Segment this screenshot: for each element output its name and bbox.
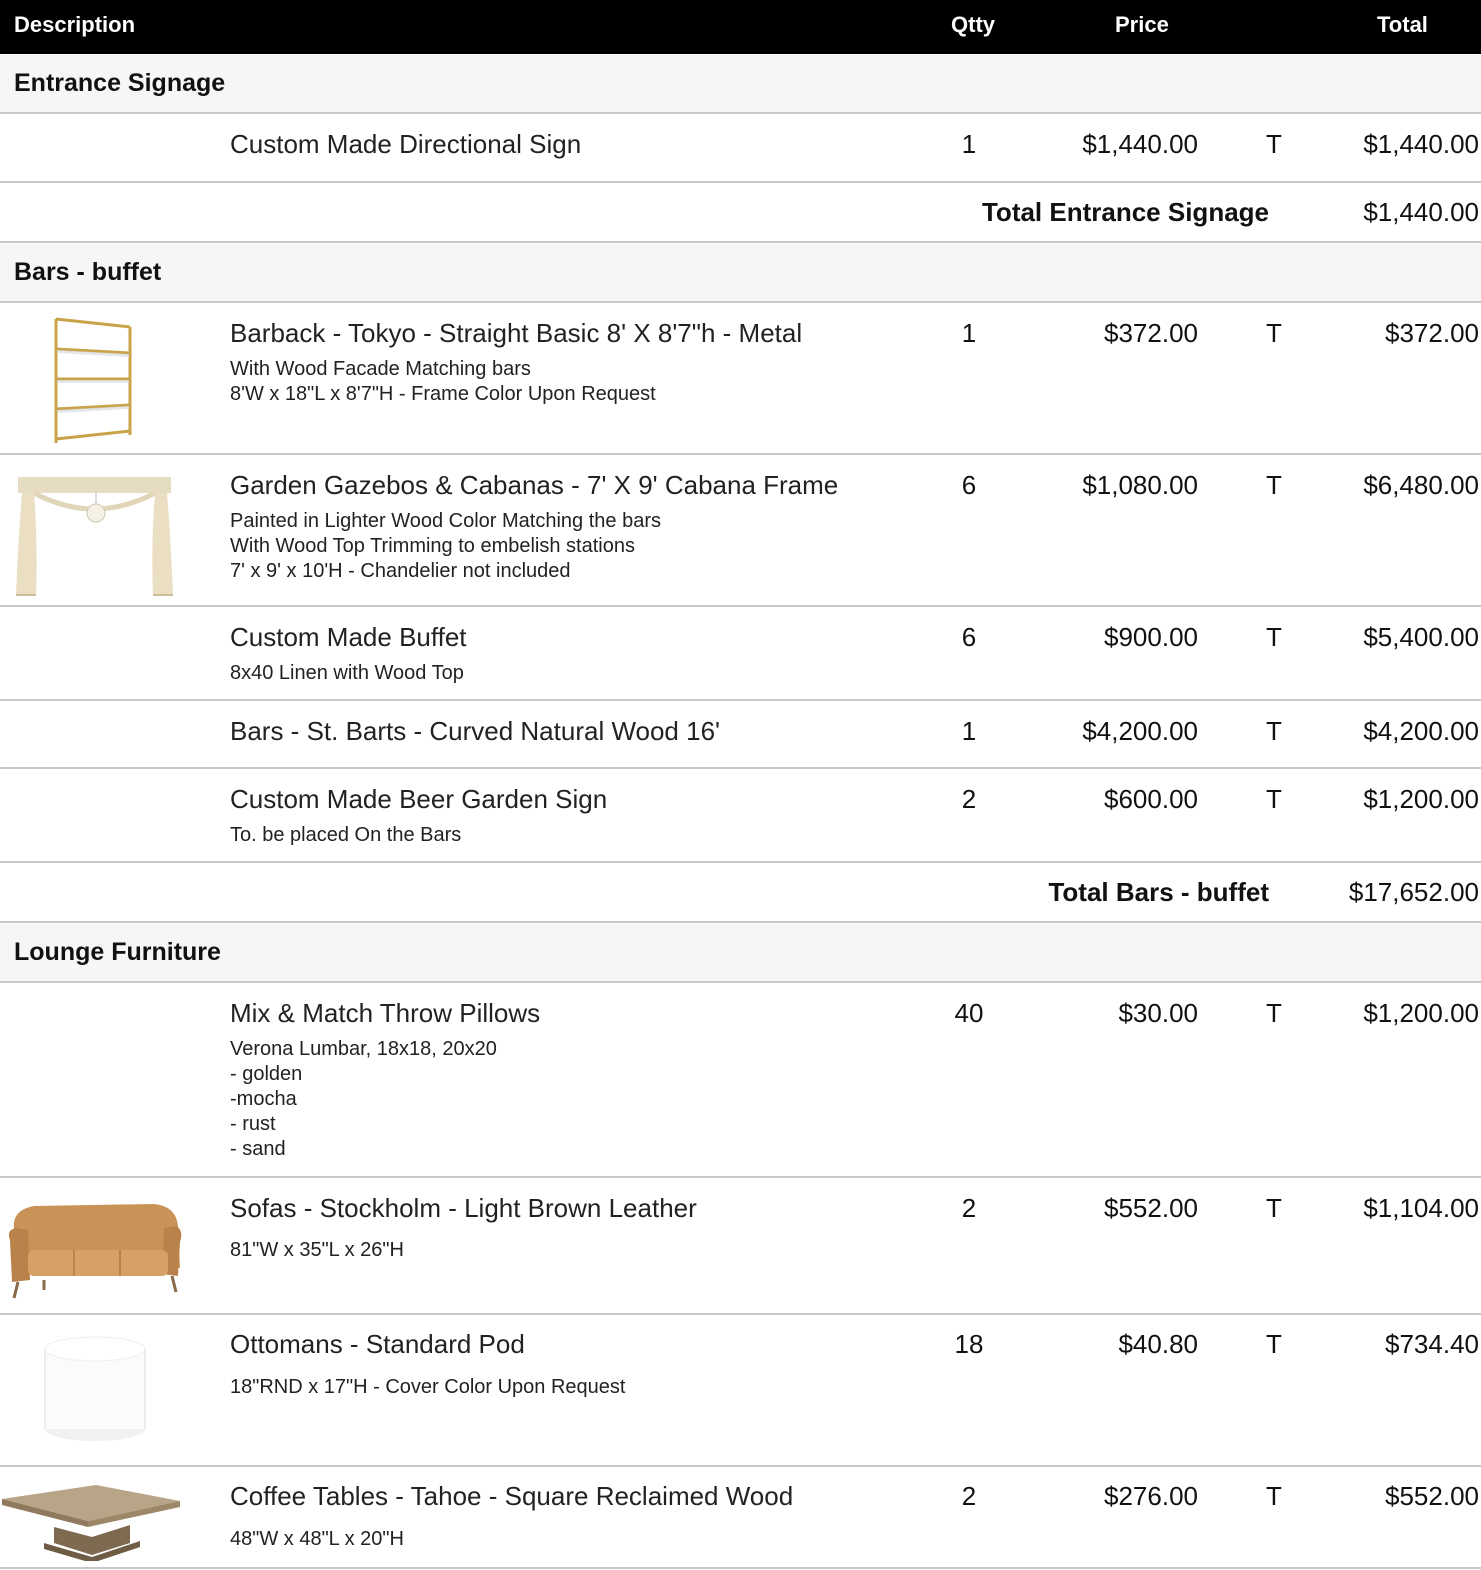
item-qty: 40 bbox=[954, 998, 984, 1028]
subtotal-amount: $17,652.00 bbox=[1348, 877, 1479, 907]
item-qty: 1 bbox=[961, 318, 977, 348]
item-price: $40.80 bbox=[1118, 1329, 1198, 1359]
header-qty: Qtty bbox=[951, 12, 995, 37]
item-total: $372.00 bbox=[1385, 318, 1479, 348]
cabana-image bbox=[16, 477, 173, 596]
shelf-image bbox=[54, 317, 132, 443]
item-description: 48"W x 48"L x 20"H bbox=[230, 1528, 404, 1550]
item-price: $552.00 bbox=[1104, 1193, 1198, 1223]
item-tax: T bbox=[1266, 622, 1282, 652]
item-total: $1,104.00 bbox=[1363, 1193, 1479, 1223]
item-total: $1,200.00 bbox=[1363, 998, 1479, 1028]
item-title: Sofas - Stockholm - Light Brown Leather bbox=[230, 1193, 697, 1223]
item-tax: T bbox=[1266, 1329, 1282, 1359]
item-qty: 1 bbox=[961, 716, 977, 746]
item-qty: 6 bbox=[961, 622, 977, 652]
table-row: Sofas - Stockholm - Light Brown Leather … bbox=[0, 1178, 1481, 1315]
section-title: Lounge Furniture bbox=[14, 938, 221, 966]
item-tax: T bbox=[1266, 470, 1282, 500]
table-row: Bars - St. Barts - Curved Natural Wood 1… bbox=[0, 701, 1481, 769]
item-price: $276.00 bbox=[1104, 1481, 1198, 1511]
table-row: Garden Gazebos & Cabanas - 7' X 9' Caban… bbox=[0, 455, 1481, 607]
section-subtotal-row: Total Entrance Signage $1,440.00 bbox=[0, 183, 1481, 243]
item-total: $6,480.00 bbox=[1363, 470, 1479, 500]
item-price: $900.00 bbox=[1104, 622, 1198, 652]
item-qty: 18 bbox=[954, 1329, 984, 1359]
table-row: Barback - Tokyo - Straight Basic 8' X 8'… bbox=[0, 303, 1481, 455]
table-row: Custom Made Directional Sign 1 $1,440.00… bbox=[0, 114, 1481, 183]
item-tax: T bbox=[1266, 318, 1282, 348]
item-description: Painted in Lighter Wood Color Matching t… bbox=[230, 510, 661, 582]
item-qty: 6 bbox=[961, 470, 977, 500]
item-description: To. be placed On the Bars bbox=[230, 824, 462, 846]
item-title: Custom Made Buffet bbox=[230, 622, 467, 652]
item-total: $1,440.00 bbox=[1363, 129, 1479, 159]
section-header-lounge-furniture: Lounge Furniture bbox=[0, 924, 1481, 983]
item-title: Garden Gazebos & Cabanas - 7' X 9' Caban… bbox=[230, 470, 839, 500]
item-qty: 2 bbox=[961, 1193, 977, 1223]
item-total: $4,200.00 bbox=[1363, 716, 1479, 746]
ottoman-image bbox=[44, 1336, 146, 1441]
item-title: Barback - Tokyo - Straight Basic 8' X 8'… bbox=[230, 318, 803, 348]
item-qty: 2 bbox=[961, 784, 977, 814]
section-title: Entrance Signage bbox=[14, 69, 226, 97]
item-qty: 1 bbox=[961, 129, 977, 159]
item-tax: T bbox=[1266, 998, 1282, 1028]
table-row: Custom Made Beer Garden Sign To. be plac… bbox=[0, 769, 1481, 863]
table-row: Ottomans - Standard Pod 18"RND x 17"H - … bbox=[0, 1315, 1481, 1467]
item-title: Custom Made Beer Garden Sign bbox=[230, 784, 608, 814]
item-description: 8x40 Linen with Wood Top bbox=[230, 662, 464, 684]
table-row: Coffee Tables - Tahoe - Square Reclaimed… bbox=[0, 1467, 1481, 1569]
section-subtotal-row: Total Bars - buffet $17,652.00 bbox=[0, 863, 1481, 923]
item-price: $30.00 bbox=[1118, 998, 1198, 1028]
item-description: With Wood Facade Matching bars 8'W x 18"… bbox=[230, 358, 656, 405]
item-title: Bars - St. Barts - Curved Natural Wood 1… bbox=[230, 716, 721, 746]
coffee-table-image bbox=[2, 1485, 180, 1561]
item-qty: 2 bbox=[961, 1481, 977, 1511]
item-tax: T bbox=[1266, 129, 1282, 159]
item-price: $372.00 bbox=[1104, 318, 1198, 348]
table-row: Mix & Match Throw Pillows Verona Lumbar,… bbox=[0, 983, 1481, 1178]
subtotal-label: Total Bars - buffet bbox=[1048, 877, 1269, 907]
section-header-entrance-signage: Entrance Signage bbox=[0, 55, 1481, 114]
item-price: $1,440.00 bbox=[1082, 129, 1198, 159]
header-price: Price bbox=[1115, 12, 1169, 37]
subtotal-label: Total Entrance Signage bbox=[981, 197, 1269, 227]
item-tax: T bbox=[1266, 784, 1282, 814]
item-tax: T bbox=[1266, 716, 1282, 746]
item-price: $4,200.00 bbox=[1082, 716, 1198, 746]
item-total: $1,200.00 bbox=[1363, 784, 1479, 814]
table-row: Custom Made Buffet 8x40 Linen with Wood … bbox=[0, 607, 1481, 701]
header-total: Total bbox=[1377, 12, 1428, 37]
section-title: Bars - buffet bbox=[14, 258, 162, 286]
table-header: Description Qtty Price Total bbox=[0, 0, 1481, 54]
item-title: Mix & Match Throw Pillows bbox=[230, 998, 541, 1028]
item-tax: T bbox=[1266, 1481, 1282, 1511]
item-title: Coffee Tables - Tahoe - Square Reclaimed… bbox=[230, 1481, 794, 1511]
sofa-image bbox=[8, 1204, 182, 1299]
subtotal-amount: $1,440.00 bbox=[1363, 197, 1479, 227]
item-total: $734.40 bbox=[1385, 1329, 1479, 1359]
item-title: Custom Made Directional Sign bbox=[230, 129, 582, 159]
item-total: $5,400.00 bbox=[1363, 622, 1479, 652]
item-price: $600.00 bbox=[1104, 784, 1198, 814]
item-price: $1,080.00 bbox=[1082, 470, 1198, 500]
item-description: 81"W x 35"L x 26"H bbox=[230, 1239, 404, 1261]
header-description: Description bbox=[14, 12, 136, 37]
section-header-bars-buffet: Bars - buffet bbox=[0, 244, 1481, 303]
item-description: Verona Lumbar, 18x18, 20x20 - golden -mo… bbox=[230, 1038, 497, 1160]
item-tax: T bbox=[1266, 1193, 1282, 1223]
item-title: Ottomans - Standard Pod bbox=[230, 1329, 525, 1359]
item-description: 18"RND x 17"H - Cover Color Upon Request bbox=[230, 1376, 626, 1398]
item-total: $552.00 bbox=[1385, 1481, 1479, 1511]
